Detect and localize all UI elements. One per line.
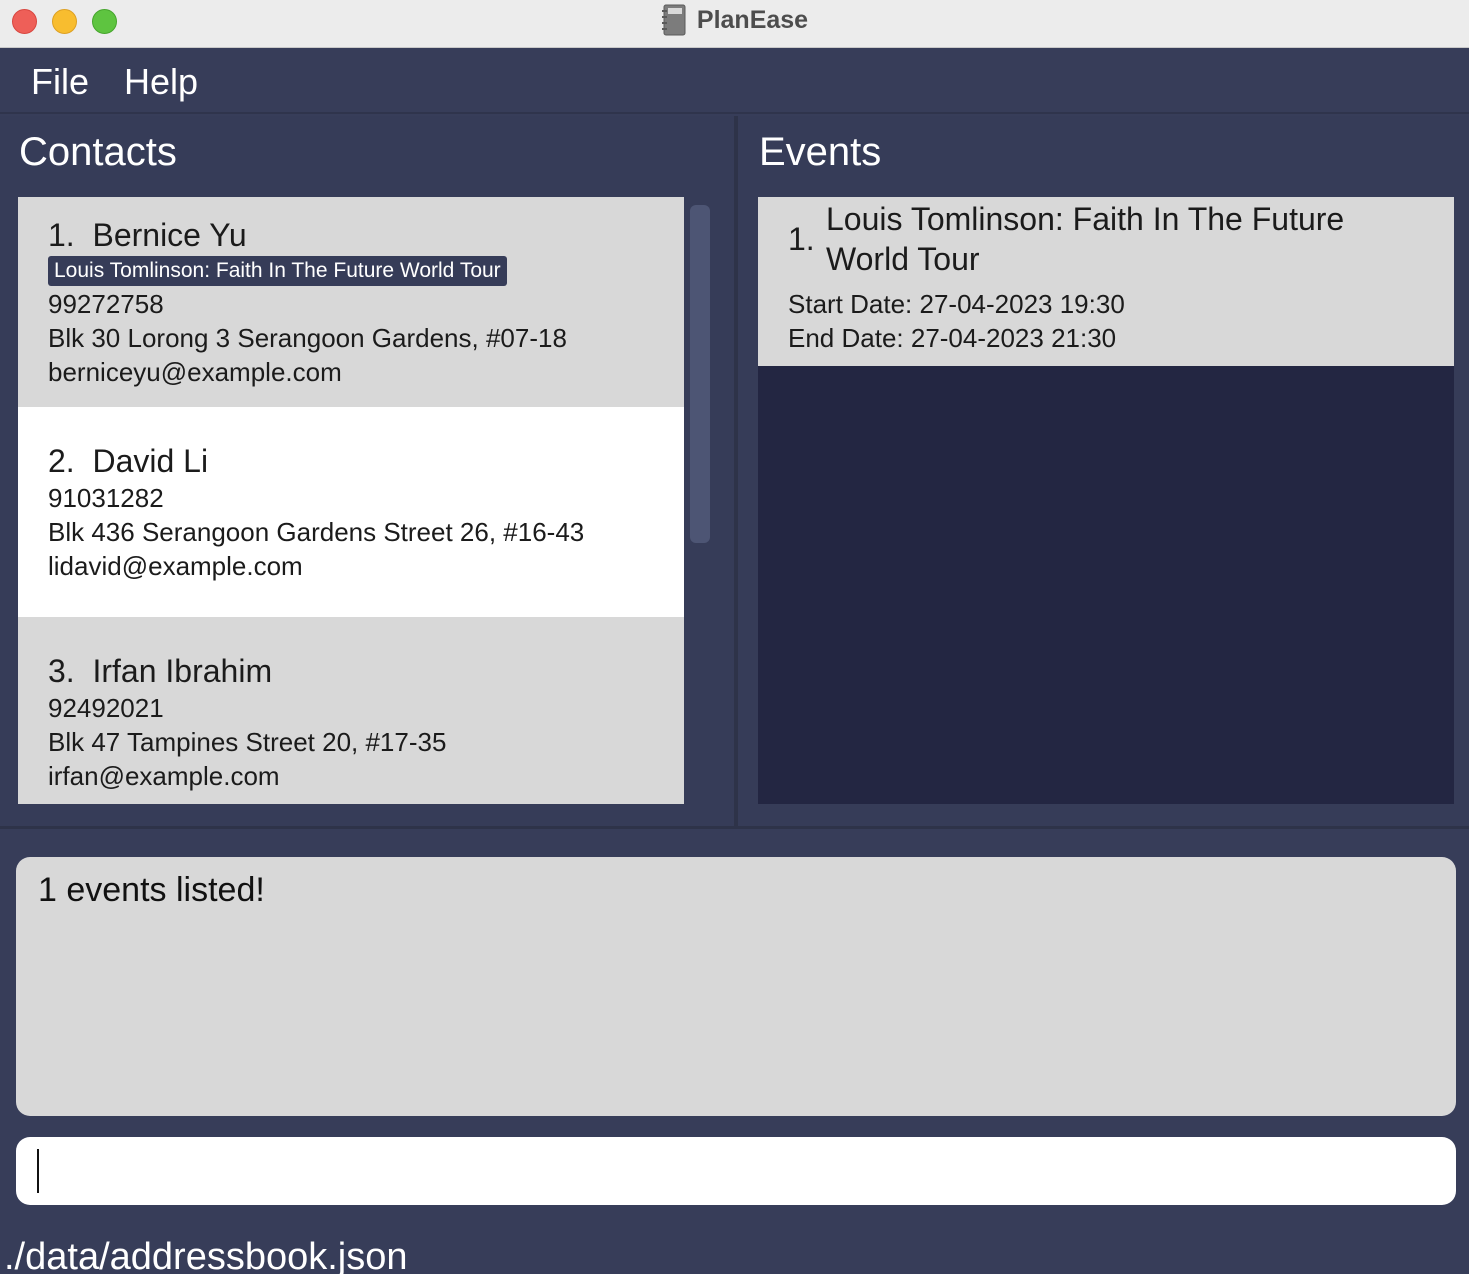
section-divider — [0, 826, 1469, 829]
window-title: PlanEase — [696, 5, 809, 34]
text-caret — [37, 1149, 39, 1193]
events-panel: Events 1. Louis Tomlinson: Faith In The … — [738, 116, 1469, 826]
events-title: Events — [759, 130, 882, 174]
status-bar: ./data/addressbook.json — [0, 1224, 1469, 1274]
save-location: ./data/addressbook.json — [4, 1236, 408, 1274]
title-bar: PlanEase — [0, 0, 1469, 48]
contact-name: 1. Bernice Yu — [48, 217, 247, 253]
command-input[interactable] — [34, 1145, 1434, 1197]
event-start-date: Start Date: 27-04-2023 19:30 — [788, 289, 1125, 319]
contact-phone: 99272758 — [48, 289, 164, 319]
menu-file[interactable]: File — [31, 61, 89, 103]
contact-name: 2. David Li — [48, 443, 209, 479]
contact-phone: 92492021 — [48, 693, 164, 723]
result-display: 1 events listed! — [16, 857, 1456, 1116]
menu-bar: File Help — [0, 49, 1469, 114]
contact-name: 3. Irfan Ibrahim — [48, 653, 273, 689]
contact-address: Blk 30 Lorong 3 Serangoon Gardens, #07-1… — [48, 323, 567, 353]
event-name: Louis Tomlinson: Faith In The Future Wor… — [826, 201, 1345, 277]
contacts-scrollbar[interactable] — [690, 205, 710, 543]
contacts-list[interactable]: 1. Bernice Yu Louis Tomlinson: Faith In … — [18, 197, 684, 804]
command-box[interactable] — [16, 1137, 1456, 1205]
contact-email: irfan@example.com — [48, 761, 280, 791]
contact-address: Blk 47 Tampines Street 20, #17-35 — [48, 727, 447, 757]
event-card[interactable]: 1. Louis Tomlinson: Faith In The Future … — [758, 197, 1454, 366]
contact-card[interactable]: 1. Bernice Yu Louis Tomlinson: Faith In … — [18, 197, 684, 407]
contact-email: berniceyu@example.com — [48, 357, 342, 387]
result-message: 1 events listed! — [38, 871, 265, 909]
contact-phone: 91031282 — [48, 483, 164, 513]
event-tag: Louis Tomlinson: Faith In The Future Wor… — [48, 256, 507, 286]
event-end-date: End Date: 27-04-2023 21:30 — [788, 323, 1117, 353]
contact-card[interactable]: 3. Irfan Ibrahim 92492021 Blk 47 Tampine… — [18, 617, 684, 804]
contacts-title: Contacts — [19, 130, 177, 174]
menu-help[interactable]: Help — [124, 61, 198, 103]
notebook-icon — [661, 4, 687, 36]
contacts-panel: Contacts 1. Bernice Yu Louis Tomlinson: … — [0, 116, 734, 826]
event-index: 1. — [788, 221, 815, 257]
contact-card[interactable]: 2. David Li 91031282 Blk 436 Serangoon G… — [18, 407, 684, 617]
events-list[interactable]: 1. Louis Tomlinson: Faith In The Future … — [758, 197, 1454, 804]
contact-email: lidavid@example.com — [48, 551, 303, 581]
contact-address: Blk 436 Serangoon Gardens Street 26, #16… — [48, 517, 585, 547]
